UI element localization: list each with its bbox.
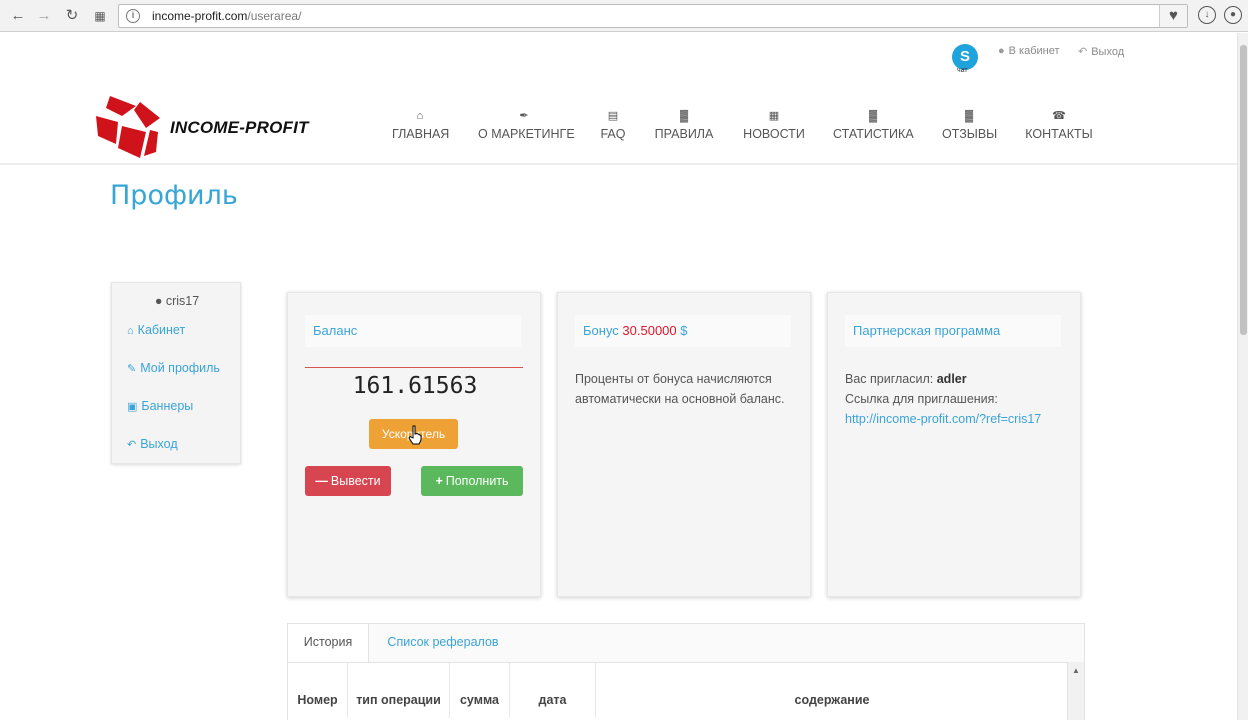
minus-icon: — xyxy=(315,474,328,488)
table-scrollbar[interactable]: ▲ xyxy=(1067,662,1084,720)
back-icon[interactable]: ← xyxy=(8,6,28,26)
cabinet-link[interactable]: ● В кабинет xyxy=(998,45,1060,57)
main-nav: ⌂ ГЛАВНАЯ ✒ О МАРКЕТИНГЕ ▤ FAQ ▓ ПРАВИЛА… xyxy=(0,108,1248,148)
logout-link[interactable]: ↶ Выход xyxy=(1078,45,1124,58)
nav-statistics[interactable]: ▓ СТАТИСТИКА xyxy=(833,108,914,141)
image-icon: ▣ xyxy=(127,401,138,413)
bar-chart-icon: ▓ xyxy=(964,110,974,122)
column-number: Номер xyxy=(288,663,348,718)
heart-icon[interactable]: ♥ xyxy=(1159,5,1187,27)
ref-label: Ссылка для приглашения: xyxy=(845,392,998,406)
reply-icon: ↶ xyxy=(127,439,137,451)
history-table: Номер тип операции сумма дата содержание xyxy=(288,662,1068,720)
nav-home[interactable]: ⌂ ГЛАВНАЯ xyxy=(392,108,449,141)
paperclip-icon: ✒ xyxy=(519,110,529,122)
sidebar-item-cabinet[interactable]: ⌂ Кабинет xyxy=(127,323,185,337)
nav-faq[interactable]: ▤ FAQ xyxy=(598,108,628,141)
apps-grid-icon[interactable]: ▦ xyxy=(90,6,110,26)
sidebar-item-profile[interactable]: ✎ Мой профиль xyxy=(127,361,220,375)
tab-referrals[interactable]: Список рефералов xyxy=(383,624,503,661)
profile-sidebar: ● cris17 ⌂ Кабинет ✎ Мой профиль ▣ Баннеры … xyxy=(111,282,241,464)
home-icon: ⌂ xyxy=(127,325,134,337)
balance-title: Баланс xyxy=(305,315,521,347)
bonus-card: Бонус 30.50000 $ Проценты от бонуса начи… xyxy=(557,292,811,597)
phone-icon: ☎ xyxy=(1052,110,1066,122)
hand-cursor-icon xyxy=(408,425,422,445)
bonus-description: Проценты от бонуса начисляются автоматич… xyxy=(575,372,785,406)
reply-icon: ↶ xyxy=(1078,46,1088,58)
inviter-name: adler xyxy=(936,372,967,386)
column-content: содержание xyxy=(794,693,870,707)
scroll-up-icon[interactable]: ▲ xyxy=(1072,666,1080,675)
nav-contacts[interactable]: ☎ КОНТАКТЫ xyxy=(1025,108,1093,141)
bonus-amount: 30.50000 xyxy=(622,323,677,338)
reload-icon[interactable]: ↻ xyxy=(62,6,82,26)
bar-chart-icon: ▓ xyxy=(868,110,878,122)
scrollbar-thumb[interactable] xyxy=(1240,45,1247,335)
home-icon: ⌂ xyxy=(416,110,424,122)
column-date: дата xyxy=(510,663,596,718)
column-operation-type: тип операции xyxy=(348,663,450,718)
forward-icon[interactable]: → xyxy=(34,6,54,26)
url-text[interactable]: income-profit.com/userarea/ xyxy=(152,9,301,23)
partner-card: Партнерская программа Вас пригласил: adl… xyxy=(827,292,1081,597)
page-title: Профиль xyxy=(110,180,238,211)
ref-link[interactable]: http://income-profit.com/?ref=cris17 xyxy=(845,409,1070,429)
tab-history[interactable]: История xyxy=(288,624,369,662)
nav-marketing[interactable]: ✒ О МАРКЕТИНГЕ xyxy=(478,108,575,141)
newspaper-icon: ▦ xyxy=(768,110,780,122)
browser-toolbar: ← → ↻ ▦ i income-profit.com/userarea/ ♥ … xyxy=(0,0,1248,32)
user-icon: ● xyxy=(154,294,166,308)
column-amount: сумма xyxy=(450,663,510,718)
site-info-icon[interactable]: i xyxy=(126,9,140,23)
skype-chat-label[interactable]: чат xyxy=(957,67,968,74)
nav-rules[interactable]: ▓ ПРАВИЛА xyxy=(654,108,714,141)
nav-reviews[interactable]: ▓ ОТЗЫВЫ xyxy=(942,108,997,141)
deposit-button[interactable]: + Пополнить xyxy=(421,466,523,496)
download-icon[interactable]: ↓ xyxy=(1198,6,1216,24)
edit-icon: ✎ xyxy=(127,363,137,375)
bonus-currency: $ xyxy=(680,323,688,338)
header-divider xyxy=(0,163,1237,165)
partner-title: Партнерская программа xyxy=(845,315,1061,347)
bonus-title: Бонус 30.50000 $ xyxy=(575,315,791,347)
sidebar-item-logout[interactable]: ↶ Выход xyxy=(127,437,178,451)
withdraw-button[interactable]: — Вывести xyxy=(305,466,391,496)
balance-divider xyxy=(305,367,523,368)
balance-value: 161.61563 xyxy=(352,373,478,399)
sidebar-username: ● cris17 xyxy=(154,294,200,308)
user-icon: ● xyxy=(998,45,1005,57)
bar-chart-icon: ▓ xyxy=(679,110,689,122)
profile-icon[interactable]: ● xyxy=(1224,6,1242,24)
plus-icon: + xyxy=(435,474,443,488)
list-icon: ▤ xyxy=(607,110,619,122)
address-bar[interactable]: i income-profit.com/userarea/ ♥ xyxy=(118,4,1188,28)
nav-news[interactable]: ▦ НОВОСТИ xyxy=(743,108,805,141)
sidebar-item-banners[interactable]: ▣ Баннеры xyxy=(127,399,193,413)
partner-info: Вас пригласил: adler Ссылка для приглаше… xyxy=(845,369,1070,429)
history-panel: История Список рефералов Номер тип опера… xyxy=(287,623,1085,720)
